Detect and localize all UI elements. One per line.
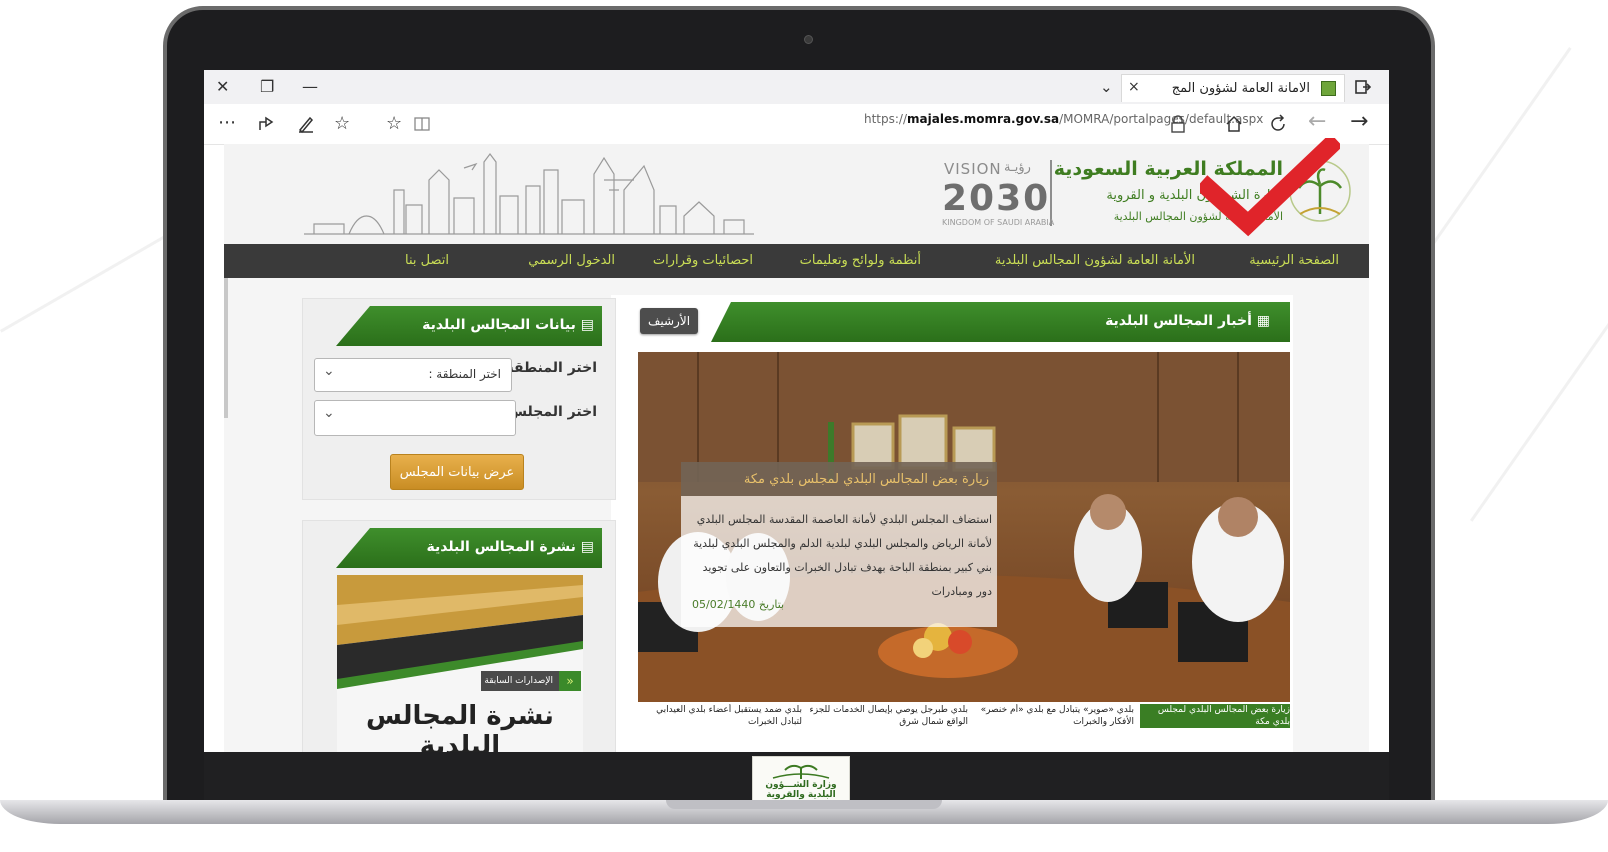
star-icon[interactable]: ☆ [386, 114, 402, 134]
nav-secretariat[interactable]: الأمانة العامة لشؤون المجالس البلدية [995, 253, 1195, 268]
council-select[interactable]: ⌄ [314, 400, 516, 436]
refresh-icon[interactable] [1268, 114, 1288, 134]
address-bar[interactable]: https://majales.momra.gov.sa/MOMRA/porta… [864, 112, 1263, 126]
bulletin-heading: ▤ نشرة المجالس البلدية [427, 539, 595, 555]
vision-arabic: رؤيـة [1004, 160, 1031, 175]
header-divider [1050, 160, 1052, 226]
main-nav: الصفحة الرئيسية الأمانة العامة لشؤون الم… [224, 244, 1369, 278]
tab-active[interactable]: × الامانة العامة لشؤون المج [1121, 74, 1345, 102]
skyline-illustration [304, 153, 754, 235]
nav-contact[interactable]: اتصل بنا [405, 253, 449, 268]
background-stroke [0, 230, 175, 333]
page-scrollbar[interactable] [224, 278, 228, 418]
tab-actions-icon[interactable] [1355, 79, 1371, 95]
council-data-heading-text: بيانات المجالس البلدية [422, 317, 576, 333]
news-heading-bar: ▦ أخبار المجالس البلدية [711, 302, 1290, 342]
site-header: VISION رؤيـة 2030 KINGDOM OF SAUDI ARABI… [224, 144, 1369, 244]
news-ticker: زيارة بعض المجالس البلدي لمجلس بلدي مكة … [638, 702, 1290, 730]
ministry-logo-line1: وزارة الشـــؤون [765, 780, 837, 790]
restore-window-icon[interactable]: ❐ [260, 77, 274, 97]
archive-button[interactable]: الأرشيف [640, 308, 698, 334]
laptop-notch [666, 800, 942, 809]
chevron-down-icon: ⌄ [323, 363, 335, 379]
council-data-heading-bar: ▤ بيانات المجالس البلدية [336, 306, 602, 346]
forward-icon[interactable]: → [1350, 111, 1368, 133]
ticker-item[interactable]: بلدي «صوير» يتبادل مع بلدي «أم خنصر» الأ… [974, 704, 1134, 728]
news-heading-text: أخبار المجالس البلدية [1105, 313, 1252, 329]
region-label: اختر المنطقة [505, 360, 597, 376]
news-heading: ▦ أخبار المجالس البلدية [1105, 313, 1270, 329]
ticker-item[interactable]: بلدي ضمد يستقبل أعضاء بلدي العيدابي لتبا… [642, 704, 802, 728]
bulletin-title: نشرة المجالس البلدية [366, 701, 554, 752]
tab-list-chevron-icon[interactable]: ⌄ [1100, 77, 1113, 97]
nav-official-login[interactable]: الدخول الرسمي [528, 253, 615, 268]
red-checkmark-icon [1200, 138, 1340, 237]
tab-title: الامانة العامة لشؤون المج [1171, 81, 1310, 96]
previous-issues-tag[interactable]: الإصدارات السابقة » [481, 671, 581, 691]
vision-word: VISION [944, 160, 1002, 178]
featured-news-date: بتاريخ 05/02/1440 [692, 598, 784, 611]
featured-news-body: استضاف المجلس البلدي لأمانة العاصمة المق… [693, 513, 992, 598]
minimize-window-icon[interactable]: — [302, 77, 318, 97]
region-select-value: اختر المنطقة : [428, 367, 501, 381]
region-select[interactable]: اختر المنطقة : ⌄ [314, 358, 512, 392]
close-window-icon[interactable]: ✕ [216, 77, 229, 97]
chevron-down-icon: ⌄ [323, 405, 335, 421]
background-stroke [1470, 307, 1608, 522]
council-data-heading: ▤ بيانات المجالس البلدية [422, 317, 594, 333]
pen-icon[interactable] [296, 114, 316, 134]
reading-view-icon[interactable] [414, 116, 430, 132]
browser-titlebar: ✕ ❐ — ⌄ + × الامانة العامة لشؤون المج [204, 70, 1389, 105]
ministry-logo: وزارة الشـــؤون البلدية والقروية [752, 756, 850, 806]
grid-icon: ▦ [1251, 313, 1270, 329]
featured-news-title[interactable]: زيارة بعض المجالس البلدي لمجلس بلدي مكة [681, 462, 997, 496]
council-label: اختر المجلس [507, 404, 597, 420]
nav-home[interactable]: الصفحة الرئيسية [1249, 253, 1339, 268]
bulletin-cover[interactable]: الإصدارات السابقة » نشرة المجالس البلدية [337, 575, 583, 752]
nav-statistics[interactable]: احصائيات وقرارات [653, 253, 753, 268]
double-chevron-icon: » [559, 671, 581, 691]
previous-issues-label: الإصدارات السابقة [484, 676, 553, 686]
ministry-logo-line2: البلدية والقروية [766, 790, 836, 800]
tab-close-icon[interactable]: × [1128, 79, 1140, 95]
bulletin-heading-text: نشرة المجالس البلدية [426, 539, 576, 555]
document-icon: ▤ [575, 317, 594, 333]
url-host: majales.momra.gov.sa [907, 112, 1060, 126]
ticker-item[interactable]: بلدي طبرجل يوصي بإيصال الخدمات للجزء الو… [808, 704, 968, 728]
nav-regulations[interactable]: أنظمة ولوائح وتعليمات [800, 253, 921, 268]
back-icon[interactable]: ← [1308, 111, 1326, 133]
share-icon[interactable] [256, 114, 276, 134]
lock-icon [1171, 115, 1185, 133]
date-label: بتاريخ [758, 598, 785, 611]
site-favicon-icon [1321, 81, 1336, 96]
bulletin-heading-bar: ▤ نشرة المجالس البلدية [336, 528, 602, 568]
ticker-item-active[interactable]: زيارة بعض المجالس البلدي لمجلس بلدي مكة [1140, 704, 1290, 728]
webcam [804, 35, 813, 44]
document-icon: ▤ [575, 539, 594, 555]
background-stroke [1420, 47, 1572, 262]
favorites-icon[interactable]: ☆ [334, 114, 350, 134]
vision-2030-logo: 2030 [942, 178, 1051, 219]
date-value: 05/02/1440 [692, 598, 756, 611]
show-council-data-button[interactable]: عرض بيانات المجلس [390, 454, 524, 490]
ministry-logo-icon [772, 764, 830, 779]
home-icon[interactable] [1224, 114, 1244, 134]
url-prefix: https:// [864, 112, 908, 126]
vision-caption: KINGDOM OF SAUDI ARABIA [942, 218, 1055, 227]
more-icon[interactable]: ⋯ [218, 113, 236, 133]
